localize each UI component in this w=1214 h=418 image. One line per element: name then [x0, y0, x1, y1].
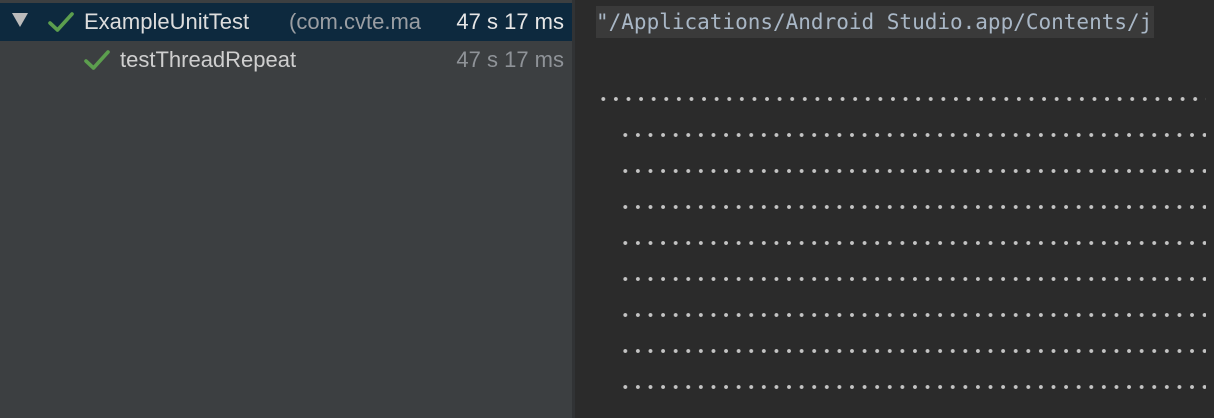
console-output-line [619, 384, 1214, 390]
test-class-name: ExampleUnitTest [84, 9, 250, 34]
test-tree-node-test-thread-repeat[interactable]: testThreadRepeat 47 s 17 ms [0, 41, 572, 79]
console-output-line [619, 276, 1214, 282]
test-method-duration: 47 s 17 ms [456, 47, 564, 72]
expand-arrow-icon[interactable] [12, 13, 28, 27]
console-output-line [619, 240, 1214, 246]
console-output-line [597, 96, 1214, 102]
test-method-name: testThreadRepeat [120, 47, 297, 72]
test-results-tree: ExampleUnitTest (com.cvte.ma 47 s 17 ms … [0, 0, 572, 418]
test-class-duration: 47 s 17 ms [456, 9, 564, 34]
console-output-line [619, 204, 1214, 210]
test-class-package: (com.cvte.ma [289, 9, 422, 34]
test-tree-node-example-unit-test[interactable]: ExampleUnitTest (com.cvte.ma 47 s 17 ms [0, 3, 572, 41]
passed-check-icon [48, 12, 74, 32]
console-command-line: "/Applications/Android Studio.app/Conten… [596, 6, 1155, 38]
passed-check-icon [84, 50, 110, 70]
console-output-line [619, 348, 1214, 354]
console-output[interactable]: "/Applications/Android Studio.app/Conten… [575, 0, 1214, 418]
console-output-line [619, 168, 1214, 174]
console-scrollbar[interactable] [1206, 0, 1214, 418]
console-output-line [619, 132, 1214, 138]
console-output-line [619, 312, 1214, 318]
